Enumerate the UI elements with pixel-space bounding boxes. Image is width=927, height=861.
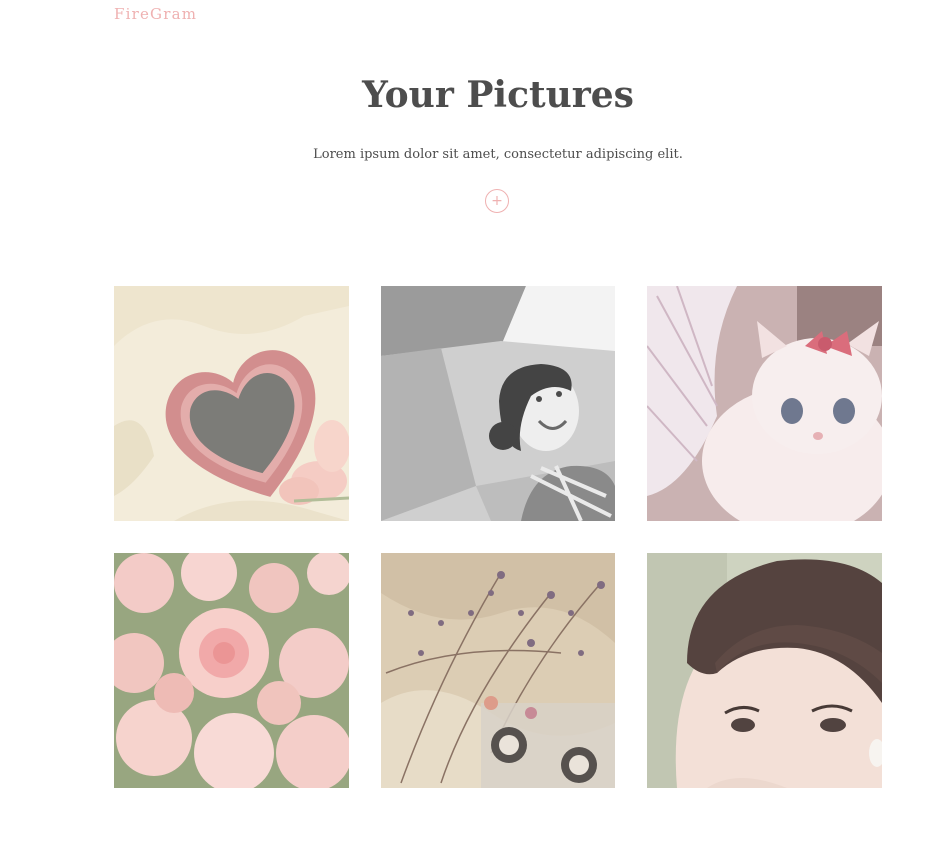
gallery-image-bw-portrait[interactable] (381, 286, 615, 521)
page-subtitle: Lorem ipsum dolor sit amet, consectetur … (313, 147, 683, 162)
page-title: Your Pictures (362, 74, 634, 116)
page: FireGram Your Pictures Lorem ipsum dolor… (0, 0, 927, 861)
image-grid (114, 286, 882, 788)
plus-icon: + (491, 193, 503, 209)
upload-button[interactable]: + (485, 189, 509, 213)
gallery-image-vintage-portrait[interactable] (647, 553, 882, 788)
gallery-image-roses[interactable] (114, 553, 349, 788)
brand-logo[interactable]: FireGram (114, 5, 197, 23)
gallery-image-heart-mirror[interactable] (114, 286, 349, 521)
gallery-image-dried-flowers[interactable] (381, 553, 615, 788)
gallery-image-kitten[interactable] (647, 286, 882, 521)
